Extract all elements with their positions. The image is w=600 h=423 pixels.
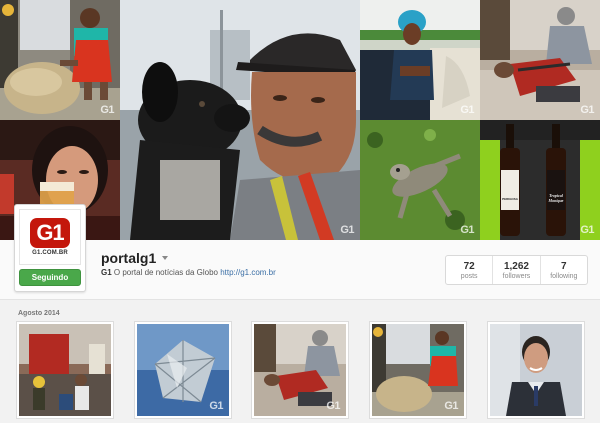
bio-text: O portal de notícias da Globo bbox=[113, 268, 218, 277]
man-bed-image bbox=[480, 0, 600, 120]
g1-watermark-icon: G1 bbox=[100, 104, 114, 116]
mosaic-photo-woman-stone[interactable]: G1 bbox=[0, 0, 120, 120]
caret-down-icon[interactable] bbox=[162, 256, 169, 260]
bio-link[interactable]: http://g1.com.br bbox=[220, 268, 276, 277]
mosaic-photo-woman-sofa[interactable]: G1 bbox=[360, 0, 480, 120]
profile-photo-mosaic: G1 G1 G1 G1 G1 PERIGOSA Tropical Monique… bbox=[0, 0, 600, 240]
beer-label-left: PERIGOSA bbox=[502, 197, 518, 201]
g1-watermark-icon: G1 bbox=[340, 224, 354, 236]
grid-photo-politician[interactable] bbox=[487, 321, 585, 419]
fire-rescue-image bbox=[19, 324, 111, 416]
profile-avatar-card: G1 G1.COM.BR Seguindo bbox=[14, 204, 86, 292]
mosaic-photo-sloth[interactable]: G1 bbox=[360, 120, 480, 240]
sloth-image bbox=[360, 120, 480, 240]
g1-watermark-icon: G1 bbox=[209, 400, 223, 412]
stat-followers-value: 1,262 bbox=[503, 260, 529, 272]
stat-posts-value: 72 bbox=[463, 260, 475, 272]
stat-following-value: 7 bbox=[561, 260, 567, 272]
g1-logo-icon: G1 bbox=[30, 218, 70, 248]
g1-watermark-icon: G1 bbox=[460, 104, 474, 116]
stat-followers[interactable]: 1,262 followers bbox=[493, 256, 541, 284]
grid-photo-woman-stone[interactable]: G1 bbox=[369, 321, 467, 419]
beer-bottles-image bbox=[480, 120, 600, 240]
stat-following[interactable]: 7 following bbox=[541, 256, 587, 284]
g1-watermark-icon: G1 bbox=[580, 104, 594, 116]
profile-stats: 72 posts 1,262 followers 7 following bbox=[445, 255, 588, 285]
mosaic-photo-man-dog[interactable]: G1 bbox=[120, 0, 360, 240]
avatar[interactable]: G1 G1.COM.BR bbox=[19, 209, 81, 265]
g1-watermark-icon: G1 bbox=[444, 400, 458, 412]
username-row: portalg1 bbox=[101, 250, 169, 266]
politician-image bbox=[490, 324, 582, 416]
g1-watermark-icon: G1 bbox=[326, 400, 340, 412]
woman-sofa-image bbox=[360, 0, 480, 120]
mosaic-photo-beer-bottles[interactable]: PERIGOSA Tropical Monique G1 bbox=[480, 120, 600, 240]
bio-brand: G1 bbox=[101, 268, 112, 277]
stat-posts[interactable]: 72 posts bbox=[446, 256, 494, 284]
grid-photo-man-bed[interactable]: G1 bbox=[251, 321, 349, 419]
grid-photo-fire-rescue[interactable] bbox=[16, 321, 114, 419]
following-button[interactable]: Seguindo bbox=[19, 269, 81, 286]
beer-label-right: Tropical Monique bbox=[548, 193, 564, 203]
stat-followers-label: followers bbox=[502, 272, 531, 280]
profile-bio: G1 O portal de notícias da Globo http://… bbox=[101, 268, 276, 277]
grid-photo-diamond[interactable]: G1 bbox=[134, 321, 232, 419]
avatar-site-label: G1.COM.BR bbox=[32, 250, 68, 256]
instagram-profile-page: G1 G1 G1 G1 G1 PERIGOSA Tropical Monique… bbox=[0, 0, 600, 423]
man-dog-image bbox=[120, 0, 360, 240]
stat-following-label: following bbox=[550, 272, 578, 280]
woman-stone-image bbox=[0, 0, 120, 120]
g1-watermark-icon: G1 bbox=[460, 224, 474, 236]
username: portalg1 bbox=[101, 250, 157, 266]
stat-posts-label: posts bbox=[460, 272, 478, 280]
section-date-label: Agosto 2014 bbox=[18, 310, 60, 317]
mosaic-photo-man-bed[interactable]: G1 bbox=[480, 0, 600, 120]
g1-watermark-icon: G1 bbox=[580, 224, 594, 236]
